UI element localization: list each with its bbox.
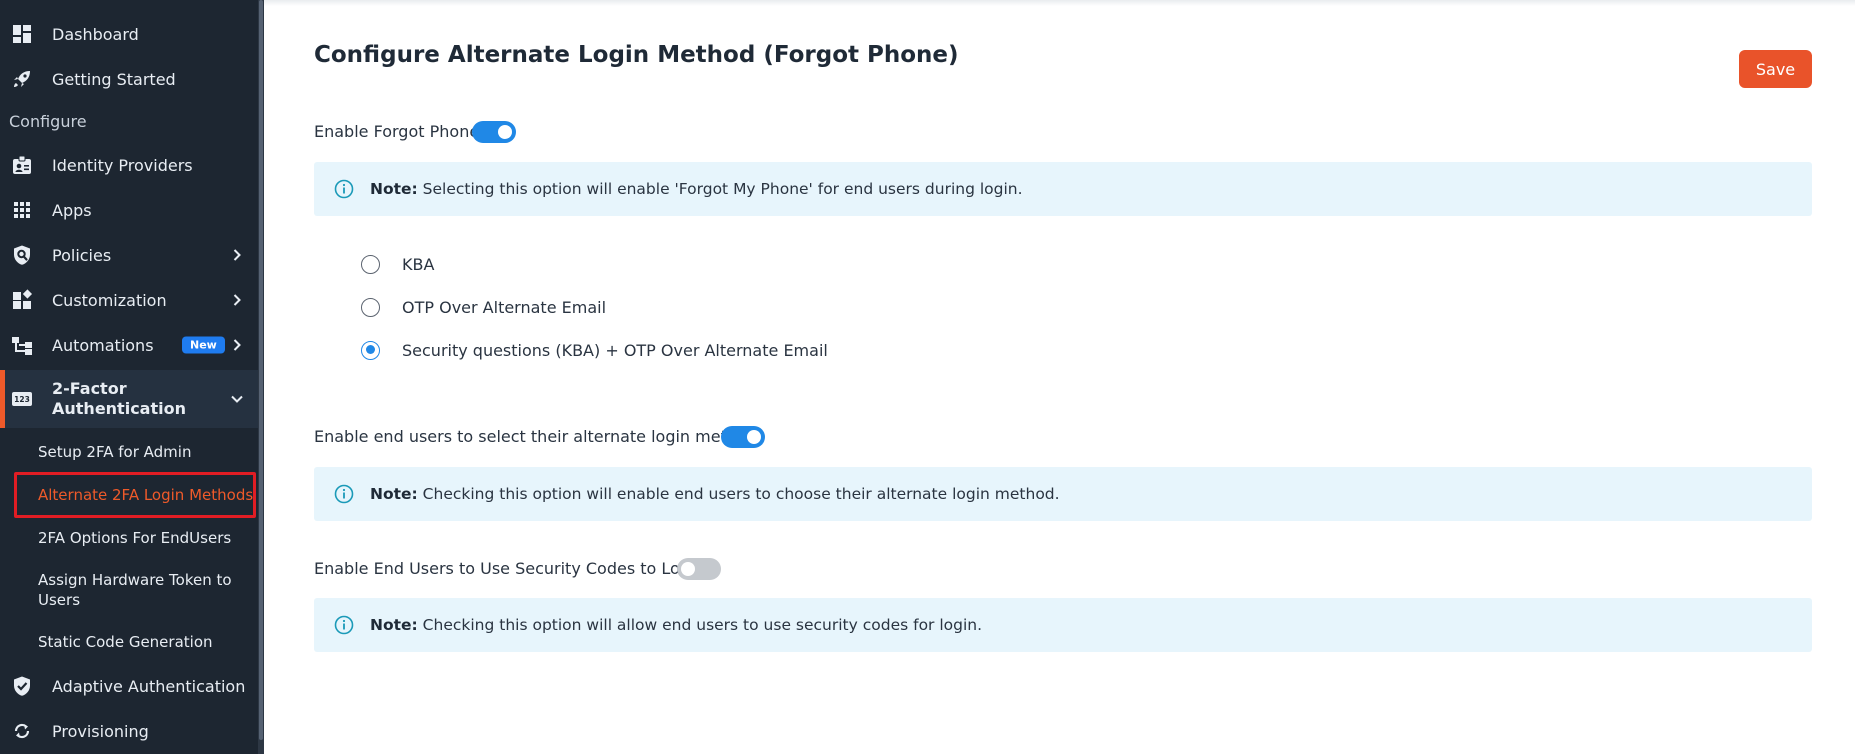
sidebar-item-label: 2-Factor Authentication	[52, 379, 186, 418]
method-option-otp-email[interactable]: OTP Over Alternate Email	[361, 296, 606, 318]
radio-button[interactable]	[361, 340, 380, 360]
top-shadow	[264, 0, 1855, 6]
shield-search-icon	[11, 244, 33, 266]
radio-button[interactable]	[361, 297, 380, 317]
subnav-static-code-generation[interactable]: Static Code Generation	[38, 632, 213, 652]
subnav-assign-hardware-token[interactable]: Assign Hardware Token to Users	[38, 570, 238, 610]
sidebar-item-adaptive-authentication[interactable]: Adaptive Authentication	[0, 666, 258, 706]
info-icon	[334, 179, 354, 199]
chevron-right-icon	[233, 294, 241, 306]
sidebar-item-apps[interactable]: Apps	[0, 190, 258, 230]
numeric-123-icon: 123	[11, 388, 33, 410]
select-method-note: Note: Checking this option will enable e…	[314, 467, 1812, 521]
sidebar-item-policies[interactable]: Policies	[0, 235, 258, 275]
shield-check-icon	[11, 675, 33, 697]
radio-label: OTP Over Alternate Email	[402, 297, 607, 317]
radio-label: Security questions (KBA) + OTP Over Alte…	[402, 340, 828, 360]
widgets-icon	[11, 289, 33, 311]
forgot-phone-toggle[interactable]	[472, 121, 516, 143]
sidebar-item-label: Automations	[52, 335, 154, 355]
select-method-label: Enable end users to select their alterna…	[314, 427, 757, 446]
method-option-kba[interactable]: KBA	[361, 253, 434, 275]
new-badge: New	[182, 336, 225, 354]
sidebar-item-label: Identity Providers	[52, 155, 193, 175]
sidebar-item-automations[interactable]: Automations New	[0, 325, 258, 365]
sidebar-item-2fa[interactable]: 123 2-Factor Authentication	[0, 370, 258, 428]
sidebar-item-label: Adaptive Authentication	[52, 676, 246, 696]
note-text: Selecting this option will enable 'Forgo…	[417, 180, 1023, 198]
info-icon	[334, 484, 354, 504]
sidebar: Dashboard Getting Started Configure Iden…	[0, 0, 264, 754]
sidebar-item-identity-providers[interactable]: Identity Providers	[0, 145, 258, 185]
radio-label: KBA	[402, 254, 435, 274]
sidebar-item-customization[interactable]: Customization	[0, 280, 258, 320]
radio-button[interactable]	[361, 254, 380, 274]
sidebar-item-label: Customization	[52, 290, 167, 310]
highlight-box	[14, 472, 256, 518]
sidebar-scrollbar-thumb[interactable]	[259, 0, 263, 740]
sidebar-item-label: Policies	[52, 245, 112, 265]
toggle-knob	[681, 562, 695, 576]
forgot-phone-note: Note: Selecting this option will enable …	[314, 162, 1812, 216]
svg-text:123: 123	[14, 395, 30, 404]
sidebar-section-configure: Configure	[9, 112, 87, 131]
subnav-2fa-options-endusers[interactable]: 2FA Options For EndUsers	[38, 528, 231, 548]
note-prefix: Note:	[370, 485, 418, 503]
forgot-phone-label: Enable Forgot Phone	[314, 122, 480, 141]
page-title: Configure Alternate Login Method (Forgot…	[314, 42, 959, 68]
chevron-right-icon	[233, 249, 241, 261]
sidebar-item-provisioning[interactable]: Provisioning	[0, 711, 258, 751]
sync-icon	[11, 720, 33, 742]
method-option-kba-otp[interactable]: Security questions (KBA) + OTP Over Alte…	[361, 339, 828, 361]
info-icon	[334, 615, 354, 635]
subnav-setup-2fa-admin[interactable]: Setup 2FA for Admin	[38, 442, 191, 462]
note-prefix: Note:	[370, 180, 418, 198]
rocket-icon	[11, 68, 33, 90]
security-codes-note: Note: Checking this option will allow en…	[314, 598, 1812, 652]
id-card-icon	[11, 154, 33, 176]
sidebar-item-label: Provisioning	[52, 721, 149, 741]
sidebar-item-getting-started[interactable]: Getting Started	[0, 59, 258, 99]
chevron-right-icon	[233, 339, 241, 351]
save-button[interactable]: Save	[1739, 50, 1812, 88]
workflow-icon	[11, 334, 33, 356]
sidebar-item-dashboard[interactable]: Dashboard	[0, 14, 258, 54]
security-codes-label: Enable End Users to Use Security Codes t…	[314, 559, 705, 578]
note-text: Checking this option will enable end use…	[417, 485, 1060, 503]
sidebar-item-label: Dashboard	[52, 24, 139, 44]
toggle-knob	[747, 430, 761, 444]
dashboard-icon	[11, 23, 33, 45]
note-prefix: Note:	[370, 616, 418, 634]
chevron-down-icon	[231, 395, 243, 403]
sidebar-item-label: Apps	[52, 200, 92, 220]
security-codes-toggle[interactable]	[677, 558, 721, 580]
note-text: Checking this option will allow end user…	[417, 616, 983, 634]
toggle-knob	[498, 125, 512, 139]
grid-icon	[11, 199, 33, 221]
sidebar-item-label: Getting Started	[52, 69, 176, 89]
select-method-toggle[interactable]	[721, 426, 765, 448]
